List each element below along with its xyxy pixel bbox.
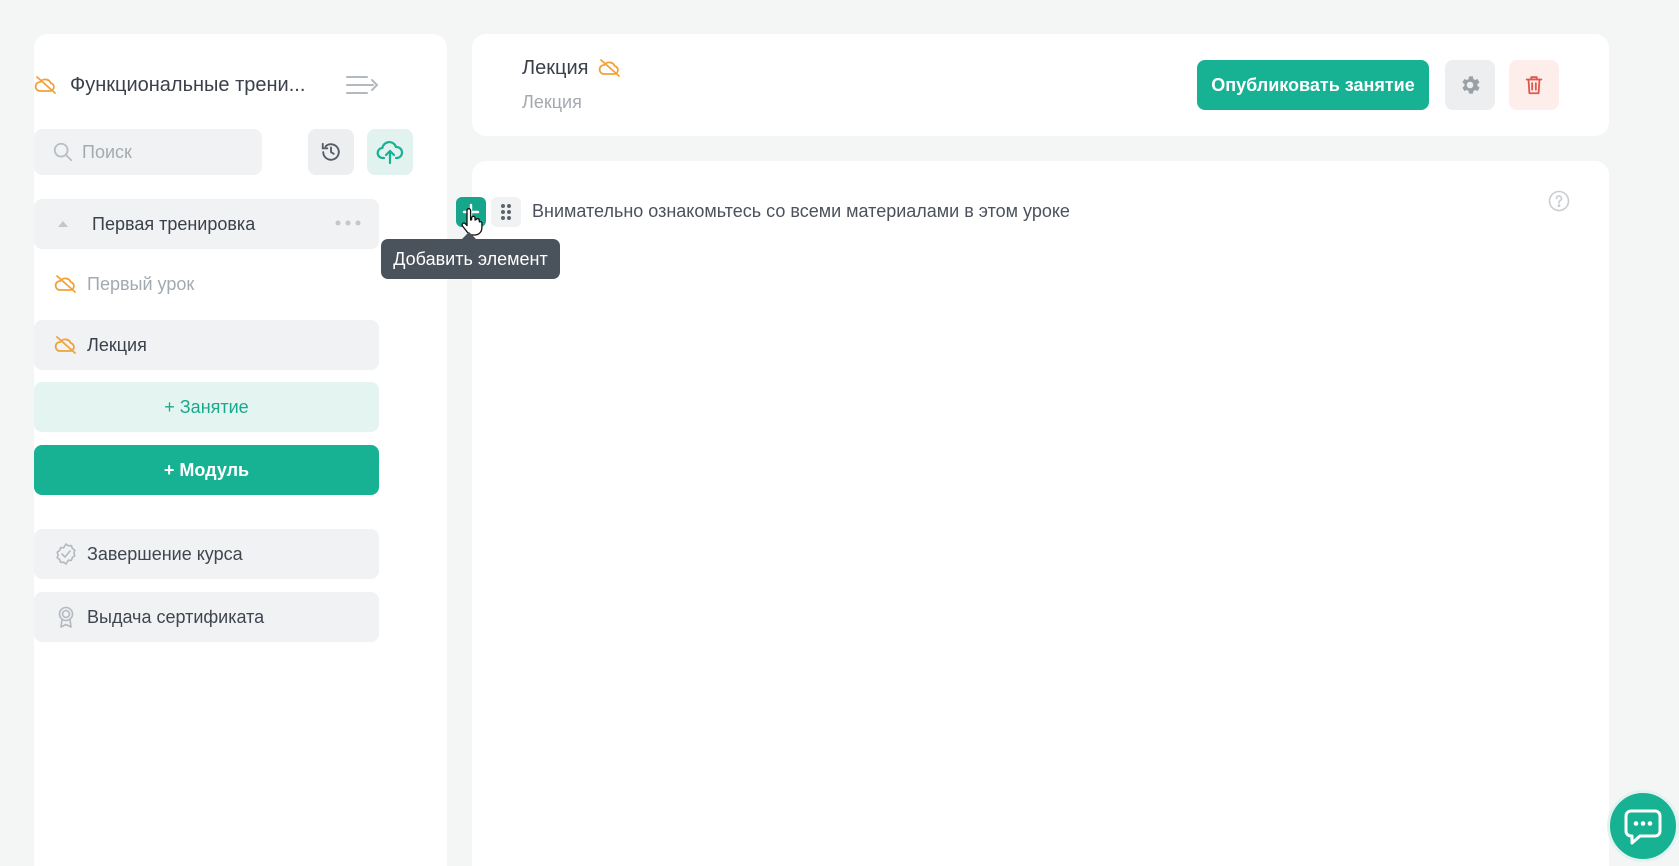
add-lesson-button[interactable]: + Занятие: [34, 382, 379, 432]
help-icon[interactable]: [1548, 190, 1570, 212]
sidebar-lesson-item[interactable]: Первый урок: [34, 259, 379, 309]
cloud-upload-icon: [376, 141, 404, 165]
lesson-label: Первый урок: [87, 273, 195, 294]
collapse-menu-icon[interactable]: [345, 73, 379, 97]
module-label: Первая тренировка: [92, 213, 256, 234]
module-item[interactable]: Первая тренировка: [34, 199, 379, 249]
add-module-button[interactable]: + Модуль: [34, 445, 379, 495]
upload-button[interactable]: [367, 129, 413, 175]
collapse-caret-icon[interactable]: [58, 221, 68, 227]
settings-button[interactable]: [1445, 60, 1495, 110]
chat-icon: [1624, 809, 1662, 845]
lesson-content: [472, 161, 1609, 866]
delete-button[interactable]: [1509, 60, 1559, 110]
course-title: Функциональные трени...: [70, 73, 306, 96]
text-block[interactable]: Внимательно ознакомьтесь со всеми матери…: [532, 201, 1070, 222]
certificate-label: Выдача сертификата: [87, 606, 265, 627]
lesson-header: Лекция Лекция Опубликовать занятие: [472, 34, 1609, 136]
history-button[interactable]: [308, 129, 354, 175]
hidden-cloud-icon: [54, 275, 76, 293]
certificate-icon: [58, 606, 74, 628]
page-title: Лекция: [522, 56, 589, 79]
course-header: Функциональные трени...: [34, 70, 379, 100]
drag-handle-icon: [501, 204, 511, 220]
search-field[interactable]: [34, 129, 262, 175]
gear-icon: [1462, 76, 1480, 94]
course-completion-label: Завершение курса: [87, 543, 243, 564]
more-dots-icon[interactable]: [335, 220, 361, 226]
hidden-cloud-icon: [54, 336, 76, 354]
trash-icon: [1525, 76, 1543, 95]
hidden-cloud-icon[interactable]: [598, 56, 622, 80]
page-subtitle: Лекция: [522, 92, 582, 112]
certificate-item[interactable]: Выдача сертификата: [34, 592, 379, 642]
sidebar-tools: [34, 129, 413, 175]
drag-handle[interactable]: [491, 197, 521, 227]
lesson-title-row: Лекция: [522, 56, 622, 80]
check-badge-icon: [56, 543, 76, 565]
tooltip: Добавить элемент: [381, 232, 560, 279]
search-icon: [53, 142, 73, 162]
hidden-cloud-icon: [34, 76, 56, 94]
course-completion-item[interactable]: Завершение курса: [34, 529, 379, 579]
lesson-label: Лекция: [87, 334, 147, 355]
sidebar-lesson-item-active[interactable]: Лекция: [34, 320, 379, 370]
chat-button[interactable]: [1607, 790, 1679, 862]
history-icon: [321, 142, 340, 161]
search-input[interactable]: [82, 141, 232, 163]
publish-button[interactable]: Опубликовать занятие: [1197, 60, 1429, 110]
